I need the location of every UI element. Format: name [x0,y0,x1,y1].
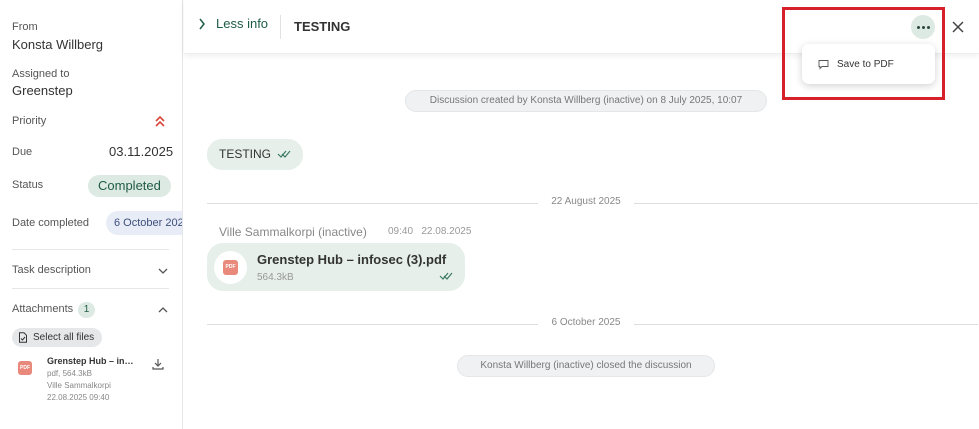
double-check-icon [439,272,453,280]
pdf-file-icon: PDF [18,361,32,375]
options-dropdown-menu: Save to PDF [802,44,935,84]
attachment-uploader: Ville Sammalkorpi [47,381,111,390]
assigned-to-value: Greenstep [12,83,73,98]
discussion-panel: Less info TESTING Save to PDF Discussion… [184,0,979,429]
attachments-label[interactable]: Attachments [12,303,73,315]
message-sender: Ville Sammalkorpi (inactive) [219,225,367,239]
menu-item-save-to-pdf[interactable]: Save to PDF [802,44,935,84]
file-size: 564.3kB [257,272,294,283]
task-description-label[interactable]: Task description [12,264,91,276]
file-name[interactable]: Grenstep Hub – infosec (3).pdf [257,252,446,267]
double-check-icon [277,150,291,158]
from-label: From [12,21,38,33]
assigned-to-label: Assigned to [12,68,70,80]
attachment-meta: pdf, 564.3kB [47,369,92,378]
chevron-up-icon[interactable] [157,304,169,316]
date-completed-value: 6 October 2025 [106,211,182,235]
due-value: 03.11.2025 [109,144,174,159]
message-bubble: TESTING [207,139,303,170]
chevron-down-icon[interactable] [157,265,169,277]
date-separator: 22 August 2025 [207,196,978,210]
more-options-button[interactable] [911,15,935,39]
date-completed-label: Date completed [12,217,90,229]
header-divider [280,15,281,39]
more-horizontal-icon [926,25,930,29]
more-horizontal-icon [916,25,920,29]
pdf-file-icon: PDF [223,260,238,275]
chevron-right-icon [199,18,205,29]
date-separator-label: 22 August 2025 [551,196,621,207]
attachment-name[interactable]: Grenstep Hub – infosec (3).pdf [47,356,135,366]
discussion-title: TESTING [294,19,351,34]
from-value: Konsta Willberg [12,37,104,52]
select-all-files-label: Select all files [33,332,95,343]
menu-item-label: Save to PDF [837,58,894,70]
attachments-count-badge: 1 [78,302,95,318]
double-chevron-up-icon [155,115,165,127]
more-horizontal-icon [921,25,925,29]
attachment-date: 22.08.2025 09:40 [47,393,110,402]
divider [12,288,169,289]
priority-label: Priority [12,115,47,127]
date-separator-label: 6 October 2025 [551,317,621,328]
comment-icon [818,59,829,70]
message-timestamp: 09:40 22.08.2025 [388,226,472,237]
due-label: Due [12,146,33,158]
download-icon[interactable] [152,358,164,370]
less-info-button[interactable]: Less info [198,16,268,31]
close-icon[interactable] [949,18,967,36]
system-message-created: Discussion created by Konsta Willberg (i… [405,90,767,112]
divider [12,249,169,250]
task-details-sidebar: From Konsta Willberg Assigned to Greenst… [0,0,183,429]
file-message-bubble[interactable]: PDF Grenstep Hub – infosec (3).pdf 564.3… [207,243,465,291]
less-info-label: Less info [216,16,269,31]
message-text: TESTING [219,147,272,161]
file-check-icon [19,332,27,343]
system-message-closed: Konsta Willberg (inactive) closed the di… [457,355,715,377]
status-badge: Completed [88,175,171,197]
status-label: Status [12,179,44,191]
file-icon-wrapper: PDF [214,251,247,284]
date-separator: 6 October 2025 [207,317,978,331]
select-all-files-button[interactable]: Select all files [12,328,103,347]
